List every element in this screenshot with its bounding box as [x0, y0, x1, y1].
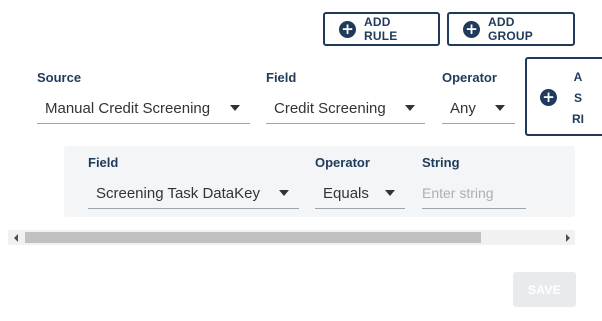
sub-rule-string-label: String	[422, 155, 460, 170]
add-rule-button[interactable]: + ADD RULE	[323, 12, 440, 46]
arrow-right-icon	[565, 233, 570, 242]
operator-field: Operator Any	[442, 70, 515, 124]
scroll-right-button[interactable]	[560, 230, 575, 245]
scroll-left-button[interactable]	[8, 230, 23, 245]
operator-value: Any	[450, 99, 476, 117]
horizontal-scrollbar[interactable]	[8, 230, 575, 245]
arrow-left-icon	[13, 233, 18, 242]
sub-rule-string-field: String	[422, 155, 526, 209]
add-sub-rule-line: S	[573, 91, 582, 105]
operator-select[interactable]: Any	[442, 93, 515, 124]
sub-rule-field-field: Field Screening Task DataKey	[88, 155, 299, 209]
sub-rule-field-value: Screening Task DataKey	[96, 184, 260, 202]
field-label: Field	[266, 70, 297, 85]
field-value: Credit Screening	[274, 99, 386, 117]
sub-rule-operator-field: Operator Equals	[315, 155, 405, 209]
field-field: Field Credit Screening	[266, 70, 425, 124]
source-label: Source	[37, 70, 82, 85]
field-select[interactable]: Credit Screening	[266, 93, 425, 124]
sub-rule-operator-value: Equals	[323, 184, 369, 202]
caret-down-icon	[279, 190, 289, 196]
string-input[interactable]	[422, 185, 526, 201]
scrollbar-thumb[interactable]	[25, 232, 481, 243]
sub-rule-operator-label: Operator	[315, 155, 370, 170]
string-input-wrapper	[422, 178, 526, 209]
add-sub-rule-button[interactable]: + A S RI	[525, 57, 602, 136]
sub-rule-operator-select[interactable]: Equals	[315, 178, 405, 209]
save-button[interactable]: SAVE	[513, 272, 576, 307]
add-group-button[interactable]: + ADD GROUP	[447, 12, 575, 46]
add-sub-rule-line: RI	[572, 112, 584, 126]
source-value: Manual Credit Screening	[45, 99, 211, 117]
caret-down-icon	[230, 105, 240, 111]
source-field: Source Manual Credit Screening	[37, 70, 250, 124]
add-sub-rule-label: A S RI	[565, 67, 591, 130]
caret-down-icon	[385, 190, 395, 196]
plus-circle-icon: +	[339, 20, 356, 38]
plus-circle-icon: +	[463, 20, 480, 38]
sub-rule-field-label: Field	[88, 155, 119, 170]
plus-circle-icon: +	[540, 89, 557, 106]
caret-down-icon	[495, 105, 505, 111]
add-rule-label: ADD RULE	[364, 15, 398, 43]
caret-down-icon	[405, 105, 415, 111]
source-select[interactable]: Manual Credit Screening	[37, 93, 250, 124]
operator-label: Operator	[442, 70, 497, 85]
rule-builder-page: + ADD RULE + ADD GROUP Source Manual Cre…	[0, 0, 602, 321]
add-sub-rule-line: A	[573, 70, 583, 84]
add-group-label: ADD GROUP	[488, 15, 534, 43]
sub-rule-field-select[interactable]: Screening Task DataKey	[88, 178, 299, 209]
